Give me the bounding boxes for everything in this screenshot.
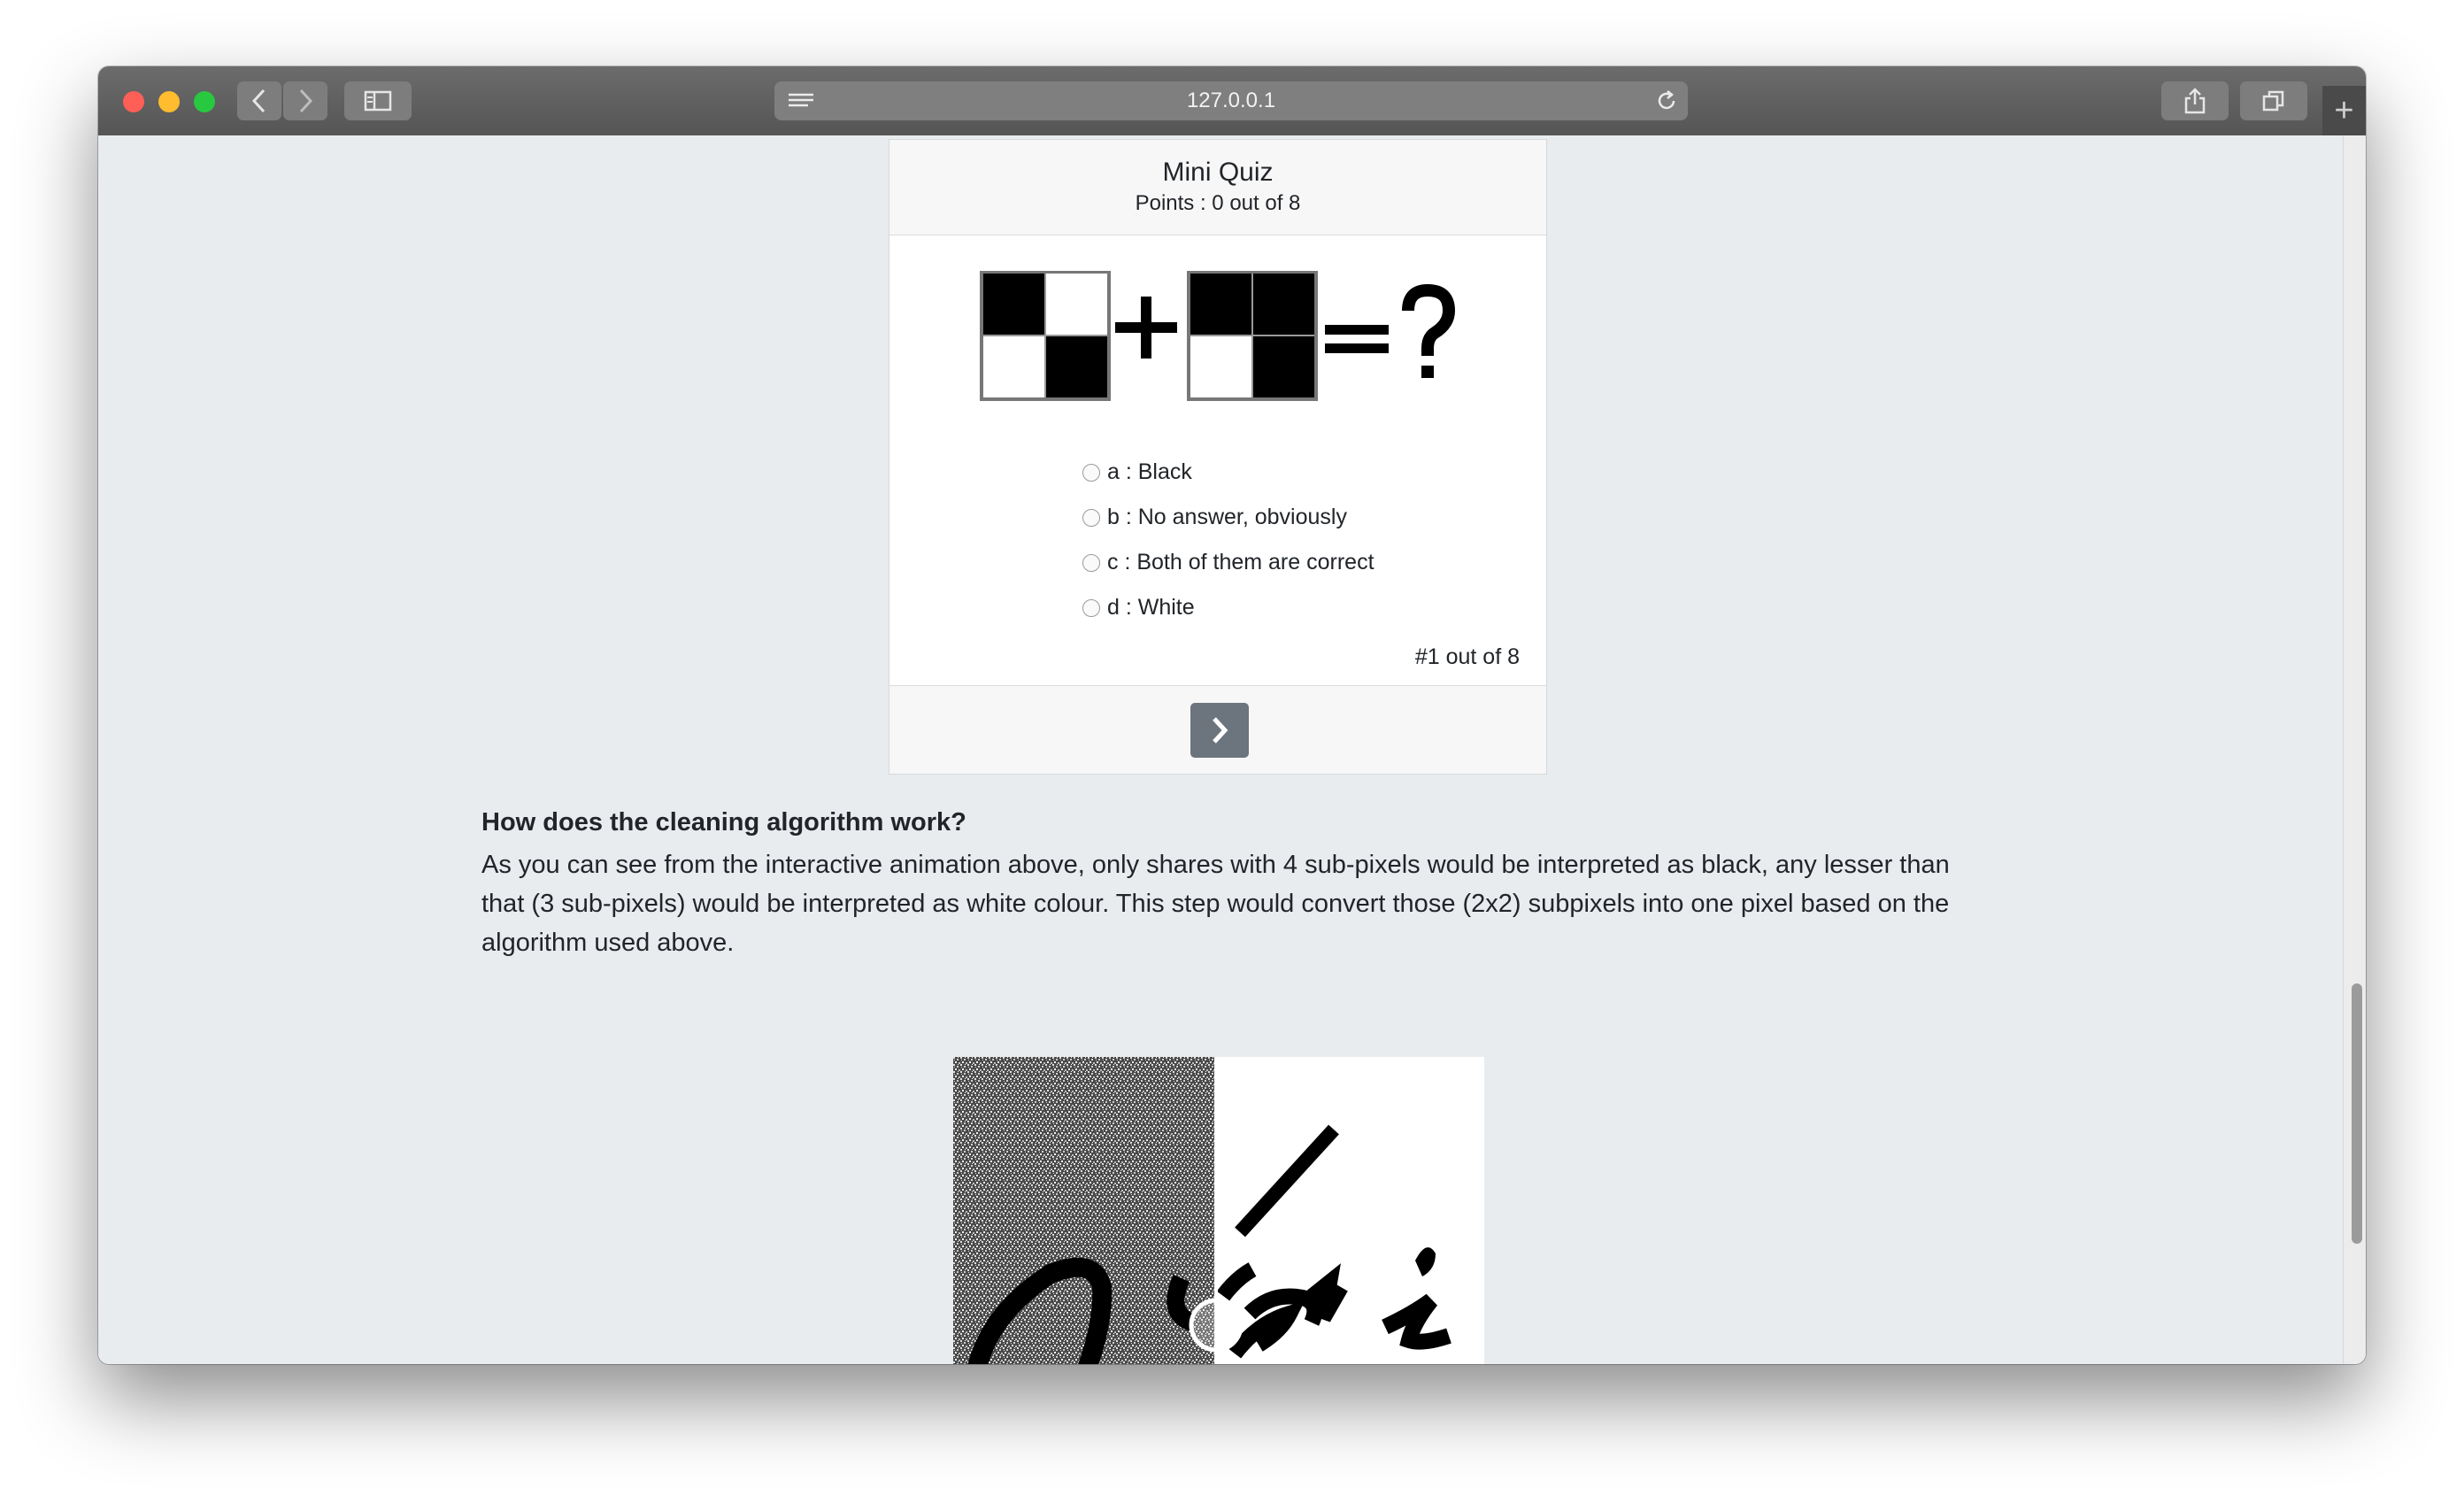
tabs-icon [2262,90,2284,112]
section-paragraph: As you can see from the interactive anim… [481,851,1950,957]
share-b-subpixel [1252,274,1314,335]
option-c-radio[interactable] [1082,553,1100,572]
page-content: Mini Quiz Points : 0 out of 8 a: Black … [98,135,2343,1364]
browser-window: 127.0.0.1 + Mini Quiz Points : 0 out of … [98,66,2366,1364]
new-tab-button[interactable]: + [2322,86,2366,135]
quiz-points: Points : 0 out of 8 [1135,191,1301,215]
share-b-subpixel [1252,335,1314,397]
tabs-overview-button[interactable] [2240,81,2307,120]
minimize-window-button[interactable] [158,91,180,112]
sidebar-button[interactable] [344,81,412,120]
option-c-label: c : Both of them are correct [1107,550,1374,574]
browser-toolbar: 127.0.0.1 + [98,66,2366,136]
option-d[interactable]: d : White [1082,585,1374,630]
scrollbar-thumb[interactable] [2352,983,2362,1244]
option-a[interactable]: a : Black [1082,450,1374,495]
option-b[interactable]: b : No answer, obviously [1082,495,1374,540]
share-button[interactable] [2161,81,2229,120]
quiz-footer [889,685,1546,774]
section-heading: How does the cleaning algorithm work? [481,808,966,837]
address-bar[interactable]: 127.0.0.1 [774,81,1688,120]
option-b-label: b : No answer, obviously [1107,505,1347,529]
question-counter: #1 out of 8 [1414,644,1520,669]
share-a-subpixel [983,274,1045,335]
option-a-label: a : Black [1107,459,1192,484]
quiz-header: Mini Quiz Points : 0 out of 8 [889,140,1546,235]
reload-icon[interactable] [1654,89,1679,113]
url-text: 127.0.0.1 [1186,89,1276,112]
question-mark [1402,283,1456,356]
maximize-window-button[interactable] [194,91,215,112]
comparison-slider-handle[interactable] [1189,1298,1244,1353]
next-question-button[interactable] [1190,703,1249,758]
vertical-scrollbar[interactable] [2343,135,2366,1364]
quiz-puzzle-image [980,271,1456,401]
answer-options: a : Black b : No answer, obviously c : B… [1082,450,1374,630]
quiz-card: Mini Quiz Points : 0 out of 8 a: Black … [889,139,1547,775]
option-b-radio[interactable] [1082,508,1100,527]
sidebar-icon [364,90,392,112]
forward-button[interactable] [283,81,327,120]
reader-icon[interactable] [787,90,815,112]
quiz-title: Mini Quiz [1162,158,1274,187]
chevron-right-icon [1213,717,1228,744]
equals-sign [1325,325,1389,335]
before-after-comparison-image[interactable] [953,1057,1484,1364]
share-icon [2184,88,2206,114]
option-d-radio[interactable] [1082,598,1100,617]
share-b-subpixel [1190,274,1252,335]
back-button[interactable] [237,81,281,120]
option-c[interactable]: c : Both of them are correct [1082,540,1374,585]
option-a-radio[interactable] [1082,463,1100,482]
share-a-subpixel [1045,335,1107,397]
back-icon [251,89,266,113]
plus-icon: + [2334,92,2354,129]
forward-icon [299,89,313,113]
close-window-button[interactable] [123,91,144,112]
option-d-label: d : White [1107,595,1195,620]
